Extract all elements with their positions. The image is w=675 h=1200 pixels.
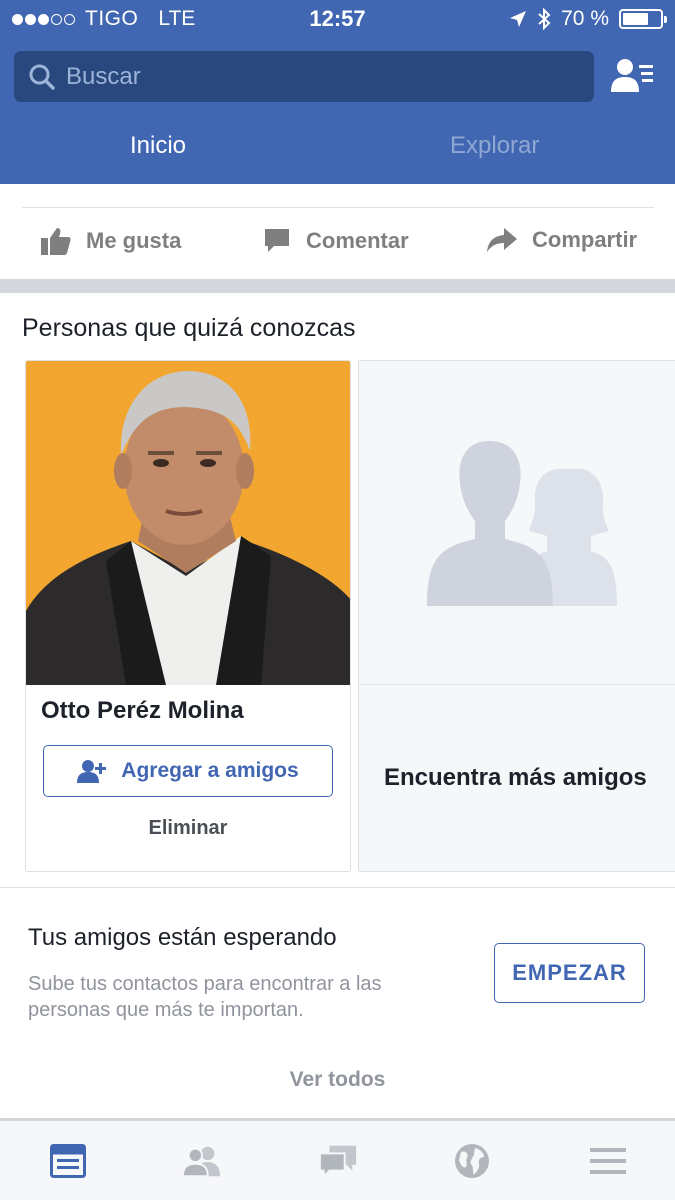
profile-photo[interactable] — [26, 361, 350, 685]
find-more-card[interactable] — [358, 360, 675, 872]
friends-tab[interactable] — [182, 1141, 222, 1181]
like-button[interactable]: Me gusta — [40, 226, 181, 256]
person-name[interactable]: Otto Peréz Molina — [41, 697, 244, 725]
battery-percent: 70 % — [561, 7, 609, 30]
pymk-title: Personas que quizá conozcas — [22, 314, 356, 342]
thumbs-up-icon — [41, 228, 71, 255]
friend-requests-button[interactable] — [608, 54, 656, 98]
share-icon — [487, 228, 517, 252]
location-arrow-icon — [510, 11, 527, 27]
find-more-photo — [359, 361, 675, 685]
news-feed-tab[interactable] — [48, 1141, 88, 1181]
battery-icon — [619, 9, 667, 29]
menu-icon — [590, 1148, 626, 1174]
notifications-tab[interactable] — [452, 1141, 492, 1181]
comment-button[interactable]: Comentar — [262, 226, 409, 256]
menu-tab[interactable] — [588, 1141, 628, 1181]
upsell-title: Tus amigos están esperando — [28, 924, 337, 951]
search-bar[interactable] — [14, 51, 594, 102]
top-header: TIGO LTE 12:57 70 % Inicio Explorar — [0, 0, 675, 184]
share-button[interactable]: Compartir — [486, 226, 637, 254]
tab-home[interactable]: Inicio — [130, 132, 186, 160]
news-feed-icon — [50, 1144, 86, 1178]
tab-explore[interactable]: Explorar — [450, 132, 539, 160]
comment-label: Comentar — [306, 228, 409, 253]
comment-icon — [265, 229, 289, 252]
remove-button[interactable]: Eliminar — [25, 817, 351, 840]
friend-requests-icon — [611, 59, 653, 92]
add-friend-button[interactable]: Agregar a amigos — [43, 745, 333, 797]
status-right: 70 % — [509, 7, 667, 31]
globe-icon — [455, 1144, 489, 1178]
add-friend-label: Agregar a amigos — [121, 759, 299, 782]
search-icon — [29, 64, 55, 90]
battery-fill — [623, 13, 649, 25]
feed-separator — [0, 279, 675, 293]
share-label: Compartir — [532, 227, 638, 252]
start-button[interactable]: EMPEZAR — [494, 943, 645, 1003]
messages-tab[interactable] — [318, 1141, 358, 1181]
like-label: Me gusta — [86, 228, 182, 253]
search-input[interactable] — [66, 62, 566, 91]
see-all-link[interactable]: Ver todos — [0, 1068, 675, 1092]
friends-icon — [182, 1146, 221, 1178]
bluetooth-icon — [538, 8, 551, 30]
bottom-tab-bar — [0, 1121, 675, 1200]
section-divider — [0, 887, 675, 888]
status-bar: TIGO LTE 12:57 70 % — [0, 0, 675, 38]
find-more-label[interactable]: Encuentra más amigos — [384, 764, 647, 792]
friends-silhouette-icon — [427, 441, 617, 606]
person-portrait — [26, 361, 350, 685]
messages-icon — [318, 1145, 357, 1179]
upsell-description: Sube tus contactos para encontrar a las … — [28, 973, 382, 1021]
divider — [22, 207, 654, 208]
add-friend-icon — [77, 760, 107, 783]
